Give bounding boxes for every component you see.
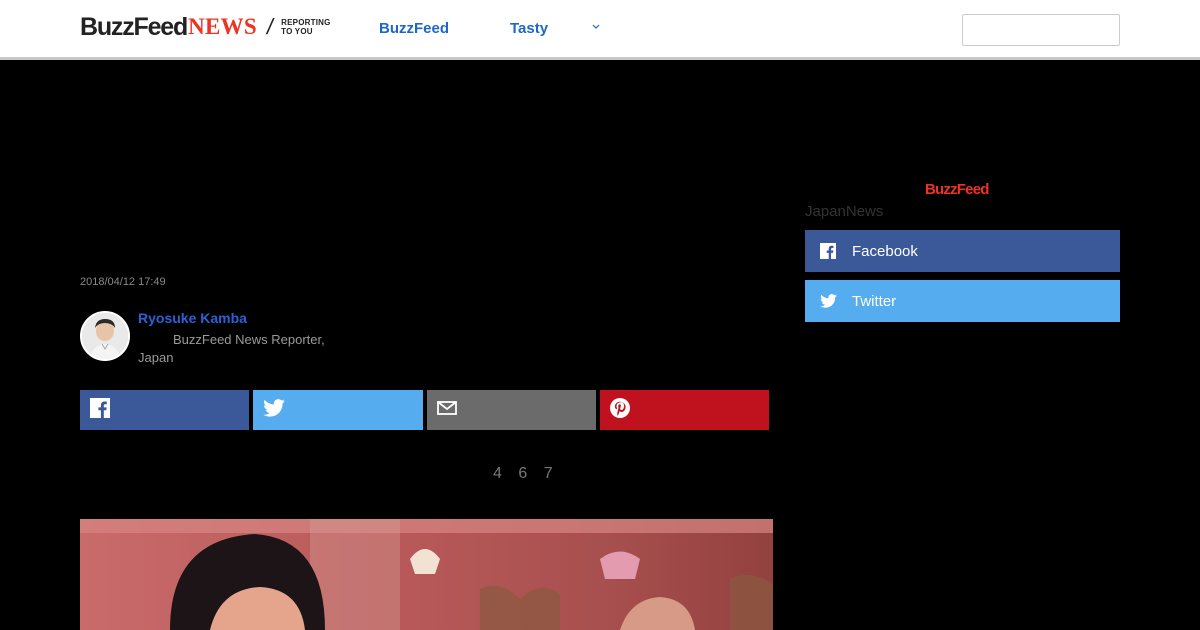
search-input[interactable] (962, 14, 1120, 46)
author-name-link[interactable]: Ryosuke Kamba (138, 310, 247, 326)
sidebar-buzzfeed-logo: BuzzFeed (925, 181, 989, 198)
share-counts: 4 6 7 (493, 465, 559, 482)
logo-news-text: NEWS (188, 14, 258, 39)
logo-tagline-line2: TO YOU (281, 27, 313, 36)
twitter-icon (263, 398, 285, 422)
nav-link-buzzfeed[interactable]: BuzzFeed (379, 20, 449, 37)
nav-link-tasty[interactable]: Tasty (510, 20, 548, 37)
follow-twitter-button[interactable]: Twitter (805, 280, 1120, 322)
author-avatar[interactable] (80, 311, 130, 361)
logo-tagline-line1: REPORTING (281, 18, 331, 27)
sidebar-title: JapanNews (805, 203, 884, 220)
logo-tagline: REPORTING TO YOU (281, 18, 330, 36)
share-email-button[interactable] (427, 390, 596, 430)
pinterest-icon (610, 397, 630, 423)
share-pinterest-button[interactable] (600, 390, 769, 430)
article-photo (80, 519, 773, 630)
mail-icon (437, 400, 457, 421)
share-facebook-button[interactable] (80, 390, 249, 430)
facebook-icon (90, 397, 110, 423)
article-timestamp: 2018/04/12 17:49 (80, 276, 166, 288)
chevron-down-icon[interactable] (592, 22, 600, 33)
follow-facebook-button[interactable]: Facebook (805, 230, 1120, 272)
facebook-icon (819, 242, 837, 260)
author-role: BuzzFeed News Reporter, Japan (138, 332, 325, 365)
buzzfeed-news-logo[interactable]: BuzzFeed NEWS / REPORTING TO YOU (80, 13, 331, 41)
follow-facebook-label: Facebook (852, 242, 918, 260)
site-header: BuzzFeed NEWS / REPORTING TO YOU BuzzFee… (0, 0, 1200, 60)
share-twitter-button[interactable] (253, 390, 423, 430)
logo-divider: / (264, 14, 276, 39)
twitter-icon (819, 292, 837, 310)
logo-buzzfeed-text: BuzzFeed (80, 12, 188, 41)
follow-twitter-label: Twitter (852, 292, 897, 310)
